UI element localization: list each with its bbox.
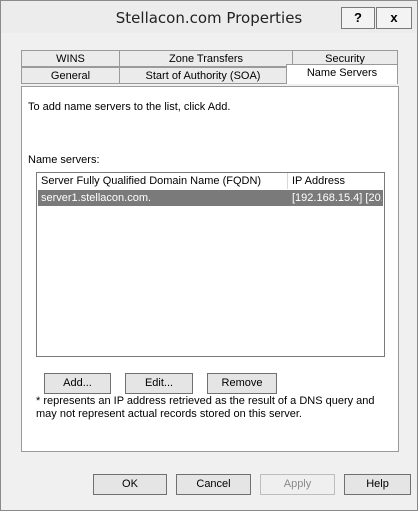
- tab-label: General: [50, 70, 91, 82]
- footnote-text: * represents an IP address retrieved as …: [36, 395, 375, 420]
- title-bar: Stellacon.com Properties ? x: [1, 1, 417, 33]
- name-servers-label: Name servers:: [28, 154, 100, 166]
- edit-button[interactable]: Edit...: [125, 373, 193, 394]
- name-servers-list[interactable]: Server Fully Qualified Domain Name (FQDN…: [36, 172, 385, 357]
- instruction-text: To add name servers to the list, click A…: [28, 101, 231, 113]
- cancel-button[interactable]: Cancel: [176, 474, 251, 495]
- tab-name-servers[interactable]: Name Servers: [286, 64, 398, 84]
- add-button[interactable]: Add...: [44, 373, 111, 394]
- remove-button[interactable]: Remove: [207, 373, 277, 394]
- row-ip: [192.168.15.4] [20...: [292, 192, 382, 204]
- close-icon[interactable]: x: [376, 7, 412, 29]
- apply-button[interactable]: Apply: [260, 474, 335, 495]
- tab-panel-name-servers: To add name servers to the list, click A…: [21, 86, 399, 452]
- table-row[interactable]: server1.stellacon.com. [192.168.15.4] [2…: [38, 190, 383, 206]
- tab-label: WINS: [56, 53, 85, 65]
- column-header-fqdn[interactable]: Server Fully Qualified Domain Name (FQDN…: [37, 173, 288, 189]
- properties-dialog: Stellacon.com Properties ? x WINS Zone T…: [0, 0, 418, 511]
- tab-label: Name Servers: [306, 67, 378, 79]
- tab-soa[interactable]: Start of Authority (SOA): [119, 67, 287, 84]
- tab-label: Zone Transfers: [169, 53, 243, 65]
- ok-button[interactable]: OK: [93, 474, 167, 495]
- tab-wins[interactable]: WINS: [21, 50, 120, 67]
- tab-general[interactable]: General: [21, 67, 120, 84]
- tab-label: Start of Authority (SOA): [145, 70, 261, 82]
- row-fqdn: server1.stellacon.com.: [41, 192, 152, 204]
- tab-zone-transfers[interactable]: Zone Transfers: [119, 50, 293, 67]
- help-button[interactable]: Help: [344, 474, 411, 495]
- help-icon[interactable]: ?: [341, 7, 375, 29]
- column-header-ip[interactable]: IP Address: [288, 173, 384, 189]
